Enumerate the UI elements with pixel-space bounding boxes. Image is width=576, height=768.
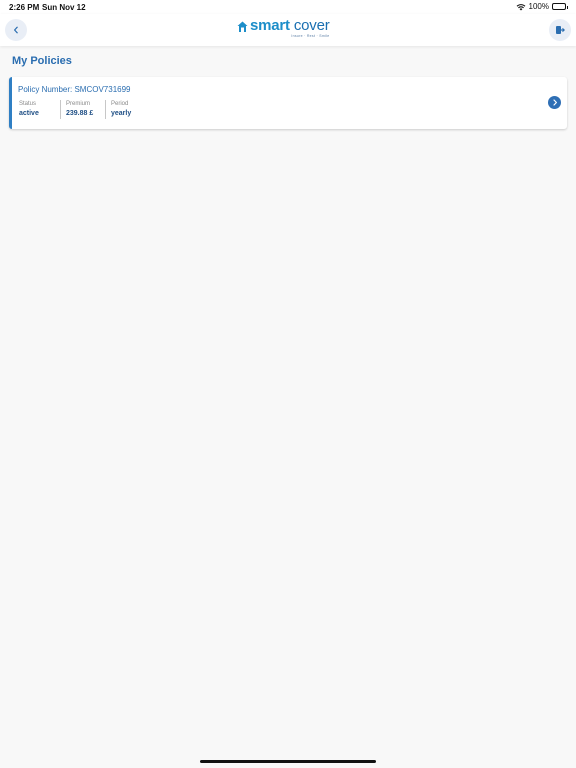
screen: 2:26 PM Sun Nov 12 100% smart cover Insu… <box>0 0 576 768</box>
logout-button[interactable] <box>549 19 571 41</box>
status-right: 100% <box>516 2 568 11</box>
status-label: Status <box>19 101 37 107</box>
period-value: yearly <box>111 110 132 117</box>
chevron-right-icon <box>552 99 557 106</box>
logo-words: smart cover Insure · Rest · Smile <box>250 17 330 39</box>
policy-fields: Status active Premium 239.88 £ Period ye… <box>19 100 147 119</box>
page-title: My Policies <box>12 55 72 67</box>
policy-period: Period yearly <box>105 100 147 119</box>
status-time: 2:26 PM <box>9 3 40 12</box>
policy-number: Policy Number: SMCOV731699 <box>18 85 131 94</box>
back-button[interactable] <box>5 19 27 41</box>
logout-icon <box>556 26 565 34</box>
open-policy-button[interactable] <box>548 96 561 109</box>
premium-label: Premium <box>66 101 91 107</box>
wifi-icon <box>516 3 525 10</box>
chevron-left-icon <box>14 26 18 34</box>
period-label: Period <box>111 101 129 107</box>
status-date: Sun Nov 12 <box>42 3 86 12</box>
logo-brand: smart cover <box>250 17 330 34</box>
house-icon <box>237 21 248 32</box>
policy-premium: Premium 239.88 £ <box>60 100 105 119</box>
status-bar: 2:26 PM Sun Nov 12 100% <box>0 0 576 14</box>
premium-value: 239.88 £ <box>66 110 94 117</box>
home-indicator[interactable] <box>200 760 376 763</box>
policy-card[interactable]: Policy Number: SMCOV731699 Status active… <box>9 77 567 129</box>
app-header: smart cover Insure · Rest · Smile <box>0 14 576 46</box>
smart-cover-logo: smart cover Insure · Rest · Smile <box>237 18 341 42</box>
battery-icon <box>552 3 568 10</box>
status-value: active <box>19 110 39 117</box>
policy-status: Status active <box>19 100 60 119</box>
battery-percent: 100% <box>528 2 549 11</box>
logo-tagline: Insure · Rest · Smile <box>291 34 330 38</box>
